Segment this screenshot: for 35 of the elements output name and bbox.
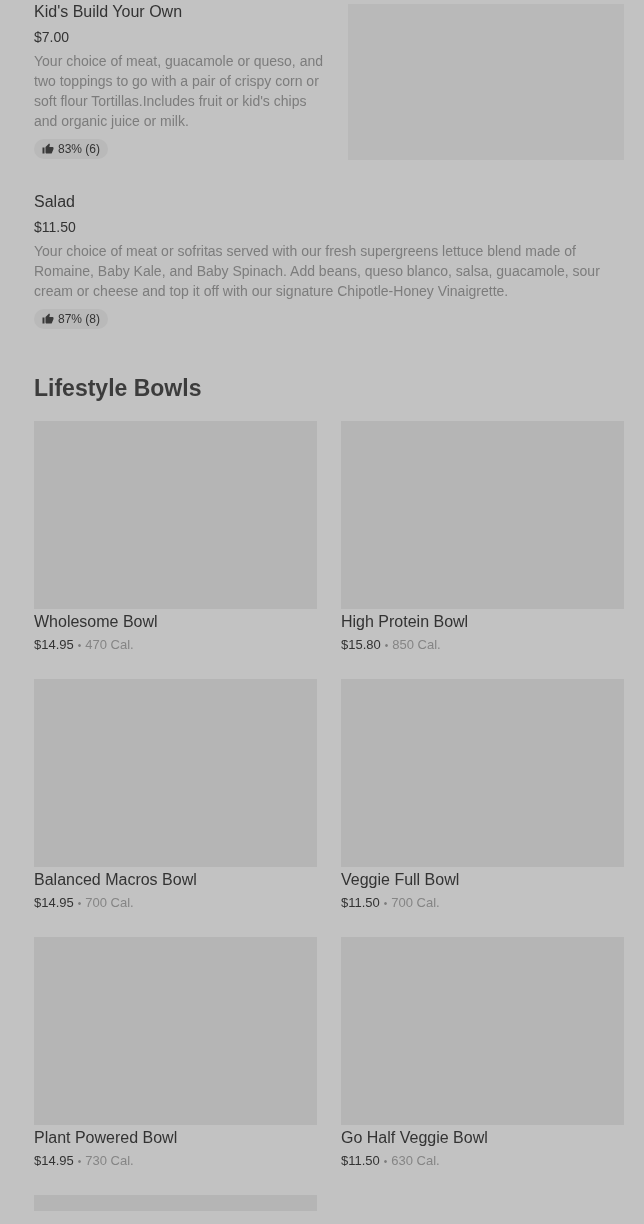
separator-dot: • (383, 1156, 388, 1167)
section-title: Lifestyle Bowls (34, 374, 203, 402)
calorie-count: 850 Cal. (392, 637, 441, 652)
rating-text: 87% (8) (58, 312, 101, 326)
item-name: High Protein Bowl (341, 612, 470, 632)
item-price: $11.50 (34, 218, 77, 237)
calorie-count: 700 Cal. (391, 895, 440, 910)
separator-dot: • (77, 898, 82, 909)
separator-dot: • (383, 898, 388, 909)
item-description: Your choice of meat or sofritas served with our fresh supergreens lettuce blend made of Romaine, Baby Kale, and Baby Spinach. Add beans, queso blanco, salsa, guacamole, sour cream or cheese and top it off with our signature Chipotle-Honey Vinaigrette. (34, 242, 601, 301)
separator-dot: • (77, 1156, 82, 1167)
item-price: $14.95 (34, 637, 74, 652)
calorie-count: 700 Cal. (85, 895, 134, 910)
thumbs-up-icon (42, 313, 54, 325)
item-price: $14.95 (34, 1153, 74, 1168)
calorie-count: 470 Cal. (85, 637, 134, 652)
item-name: Go Half Veggie Bowl (341, 1128, 489, 1148)
separator-dot: • (77, 640, 82, 651)
item-name: Salad (34, 192, 76, 212)
item-price: $7.00 (34, 28, 71, 47)
calorie-count: 630 Cal. (391, 1153, 440, 1168)
thumbs-up-icon (42, 143, 54, 155)
item-name: Balanced Macros Bowl (34, 870, 198, 890)
item-price: $11.50 (341, 895, 380, 910)
separator-dot: • (384, 640, 389, 651)
item-name: Wholesome Bowl (34, 612, 159, 632)
item-price: $14.95 (34, 895, 74, 910)
item-description: Your choice of meat, guacamole or queso, and two toppings to go with a pair of crispy corn or soft flour Tortillas.Includes fruit or kid's chips and organic juice or milk. (34, 52, 324, 131)
item-name: Veggie Full Bowl (341, 870, 461, 890)
calorie-count: 730 Cal. (85, 1153, 134, 1168)
item-price: $11.50 (341, 1153, 380, 1168)
item-name: Plant Powered Bowl (34, 1128, 179, 1148)
item-name: Kid's Build Your Own (34, 2, 184, 22)
item-price: $15.80 (341, 637, 381, 652)
rating-text: 83% (6) (58, 142, 101, 156)
